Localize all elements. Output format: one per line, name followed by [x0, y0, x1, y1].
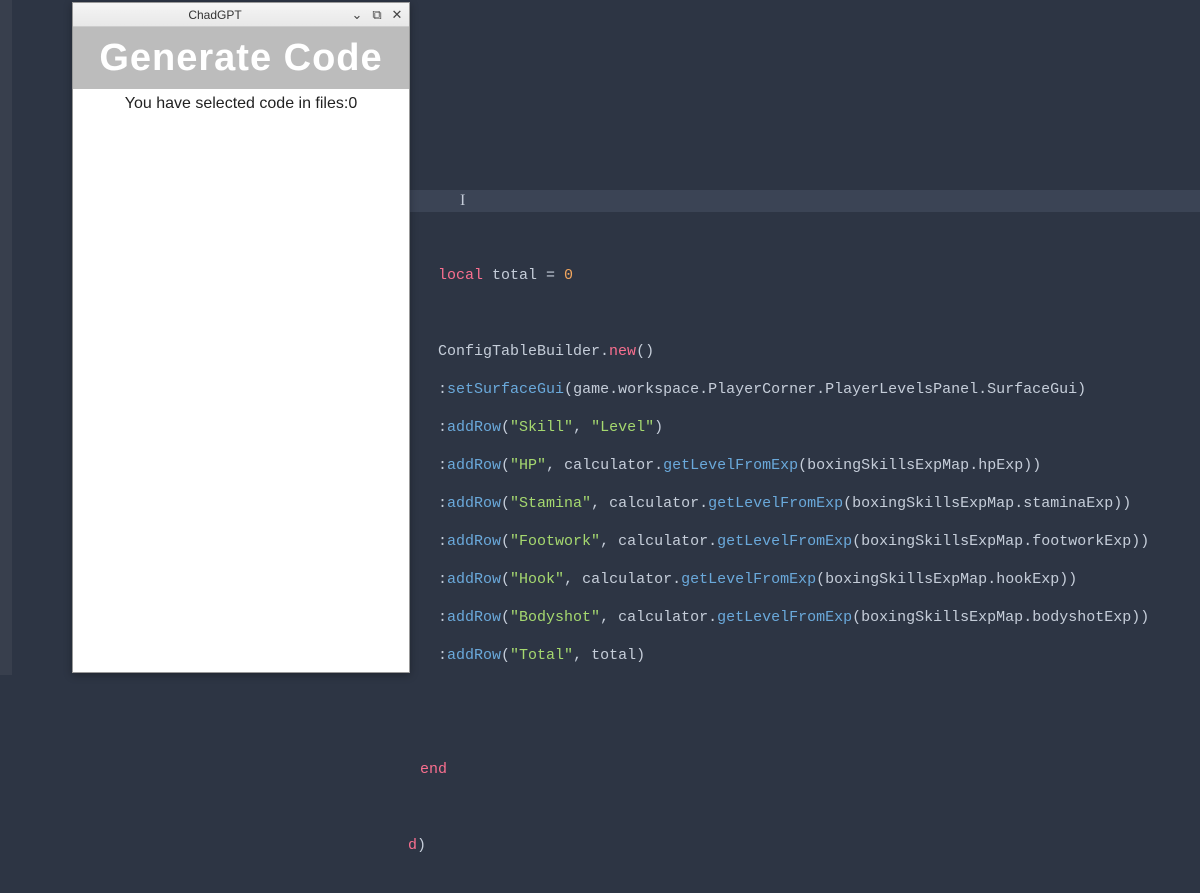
code-editor[interactable]: local total = 0 ConfigTableBuilder.new()…	[420, 0, 1200, 893]
code-line[interactable]: end	[420, 760, 1200, 779]
text-cursor-icon: I	[460, 192, 461, 209]
code-line[interactable]: ConfigTableBuilder.new()	[438, 342, 1200, 361]
code-line[interactable]: :addRow("Skill", "Level")	[438, 418, 1200, 437]
titlebar-controls: ⌄ ⧉ ✕	[351, 9, 403, 21]
code-line[interactable]	[438, 722, 1200, 741]
code-line[interactable]: :addRow("Footwork", calculator.getLevelF…	[438, 532, 1200, 551]
close-icon[interactable]: ✕	[391, 9, 403, 21]
code-line[interactable]: :setSurfaceGui(game.workspace.PlayerCorn…	[438, 380, 1200, 399]
code-line[interactable]	[438, 304, 1200, 323]
code-line[interactable]: :addRow("Total", total)	[438, 646, 1200, 665]
code-line[interactable]: d)	[408, 836, 1200, 855]
plugin-body: You have selected code in files:0	[73, 89, 409, 119]
left-gutter	[0, 0, 12, 675]
status-text: You have selected code in files:0	[85, 95, 397, 113]
generate-code-banner[interactable]: Generate Code	[73, 27, 409, 89]
popout-icon[interactable]: ⧉	[371, 9, 383, 21]
chevron-down-icon[interactable]: ⌄	[351, 9, 363, 21]
window-title: ChadGPT	[79, 8, 351, 22]
code-content[interactable]: local total = 0 ConfigTableBuilder.new()…	[420, 209, 1200, 874]
code-line[interactable]: local total = 0	[438, 266, 1200, 285]
plugin-window: ChadGPT ⌄ ⧉ ✕ Generate Code You have sel…	[72, 2, 410, 673]
titlebar[interactable]: ChadGPT ⌄ ⧉ ✕	[73, 3, 409, 27]
code-line[interactable]	[438, 228, 1200, 247]
code-line[interactable]: :addRow("Stamina", calculator.getLevelFr…	[438, 494, 1200, 513]
code-line[interactable]	[438, 798, 1200, 817]
code-line[interactable]	[438, 684, 1200, 703]
code-line[interactable]: :addRow("Hook", calculator.getLevelFromE…	[438, 570, 1200, 589]
keyword-local: local	[438, 267, 483, 284]
code-line[interactable]: :addRow("Bodyshot", calculator.getLevelF…	[438, 608, 1200, 627]
code-line[interactable]: :addRow("HP", calculator.getLevelFromExp…	[438, 456, 1200, 475]
